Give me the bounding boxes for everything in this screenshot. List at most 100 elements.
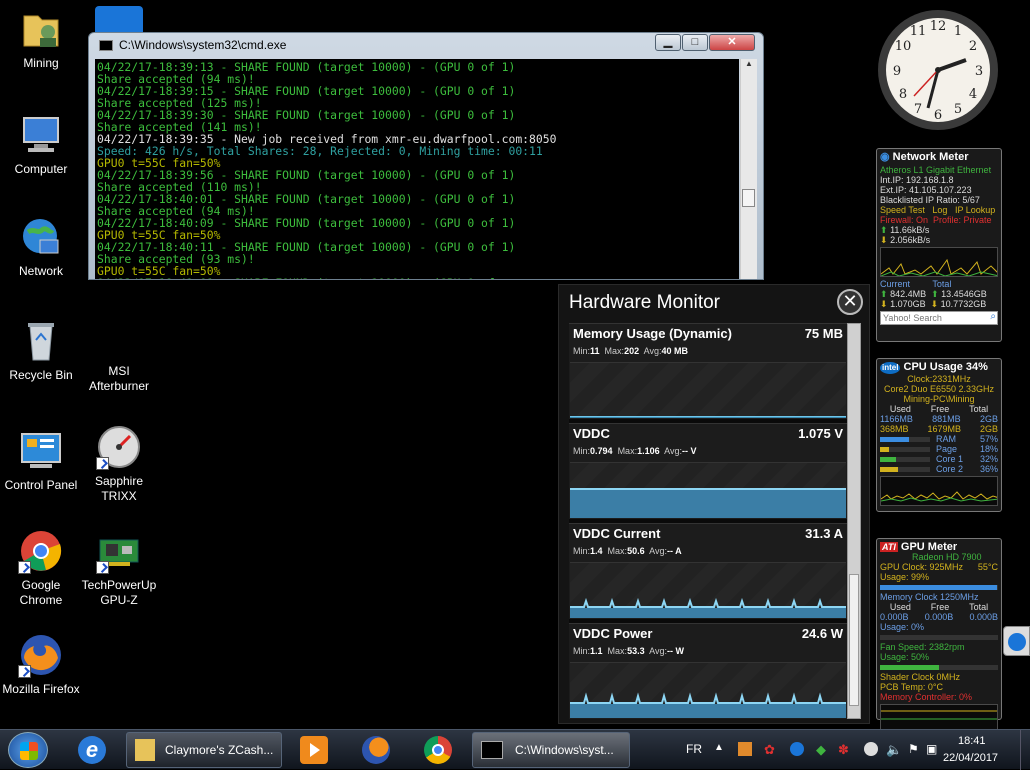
desktop-icon-msi-afterburner[interactable]: MSI Afterburner: [80, 330, 158, 394]
cmd-scrollbar[interactable]: ▲: [740, 59, 757, 279]
svg-text:2: 2: [969, 39, 977, 54]
gpu-meter-gadget[interactable]: ATI GPU Meter Radeon HD 7900 GPU Clock: …: [876, 538, 1002, 730]
internet-explorer-icon[interactable]: e: [78, 736, 106, 764]
upload-rate: 11.66kB/s: [890, 225, 930, 235]
svg-text:8: 8: [899, 87, 907, 102]
chrome-icon: [18, 528, 64, 574]
speed-test-link[interactable]: Speed Test: [880, 205, 925, 215]
gpu-usage: Usage: 99%: [880, 572, 930, 582]
cpu-usage-value: 34%: [965, 361, 988, 373]
clock-time[interactable]: 18:41: [958, 735, 986, 747]
cpu-bar-row: Core 2 36%: [880, 464, 998, 474]
console-output[interactable]: 04/22/17-18:39:13 - SHARE FOUND (target …: [95, 59, 739, 279]
show-desktop-button[interactable]: [1020, 730, 1030, 770]
huawei-icon[interactable]: ✿: [764, 742, 775, 758]
antivirus-icon[interactable]: [864, 742, 878, 756]
desktop-icon-label: Computer: [14, 162, 68, 176]
yahoo-search-input[interactable]: [880, 311, 998, 325]
hwm-scrollbar[interactable]: [847, 323, 861, 719]
desktop-icon-control-panel[interactable]: Control Panel: [2, 428, 80, 493]
usage-bar: [880, 436, 930, 442]
action-center-icon[interactable]: ⚑: [908, 742, 919, 756]
gauge-icon: [96, 424, 142, 470]
taskbar-item-label: Claymore's ZCash...: [165, 743, 274, 757]
clock-date[interactable]: 22/04/2017: [943, 752, 998, 764]
desktop-icon-gpu-z[interactable]: TechPowerUp GPU-Z: [80, 528, 158, 608]
teamviewer-side-tab[interactable]: [1003, 626, 1030, 656]
usage-bar-value: 57%: [979, 434, 998, 444]
language-indicator[interactable]: FR: [686, 742, 702, 756]
desktop-icon-sapphire-trixx[interactable]: Sapphire TRIXX: [80, 424, 158, 504]
scroll-thumb[interactable]: [849, 574, 859, 706]
network-meter-gadget[interactable]: ◉ Network Meter Atheros L1 Gigabit Ether…: [876, 148, 1002, 342]
current-up: 842.4MB: [890, 289, 927, 299]
taskbar: e Claymore's ZCash... C:\Windows\syst...…: [0, 729, 1030, 770]
cpu-meter-gadget[interactable]: intel CPU Usage 34% Clock:2331MHz Core2 …: [876, 358, 1002, 512]
scroll-up-icon[interactable]: ▲: [741, 59, 757, 75]
usage-bar-label: Core 1: [936, 454, 964, 464]
used-header: Used: [889, 602, 911, 612]
fan-usage-bar: [880, 665, 998, 670]
total-down: 10.7732GB: [940, 299, 987, 309]
cpu-bars: RAM 57% Page 18% Core 1 32% Core 2 36%: [880, 434, 998, 474]
sensor-stats: Min:11 Max:202 Avg:40 MB: [573, 346, 688, 356]
current-down: 1.070GB: [890, 299, 926, 309]
down-arrow-icon: ⬇: [880, 235, 888, 245]
computer-icon: [18, 112, 64, 158]
console-icon: [99, 40, 113, 51]
tray-app-icon[interactable]: [738, 742, 752, 756]
ip-lookup-link[interactable]: IP Lookup: [955, 205, 995, 215]
desktop-icon-google-chrome[interactable]: Google Chrome: [2, 528, 80, 608]
tray-expand-icon[interactable]: ▲: [714, 742, 724, 753]
volume-icon[interactable]: 🔈: [886, 742, 902, 758]
usage-bar: [880, 466, 930, 472]
cpu-bar-row: Core 1 32%: [880, 454, 998, 464]
memory-usage: Usage: 0%: [880, 622, 925, 632]
usage-bar: [880, 456, 930, 462]
mem-free: 0.000B: [924, 612, 954, 622]
memory-clock: Memory Clock 1250MHz: [880, 592, 979, 602]
network-tray-icon[interactable]: ◆: [816, 742, 826, 758]
chrome-icon[interactable]: [424, 736, 452, 764]
gpu-card: Radeon HD 7900: [912, 552, 982, 562]
hardware-monitor-gadget[interactable]: Hardware Monitor ✕ Memory Usage (Dynamic…: [558, 284, 870, 724]
cpu-bar-row: RAM 57%: [880, 434, 998, 444]
current-label: Current: [880, 279, 911, 289]
maximize-button[interactable]: □: [682, 34, 708, 51]
clock-gadget[interactable]: 12 1 2 3 4 5 6 7 8 9 10 11: [876, 8, 1000, 132]
svg-text:4: 4: [969, 87, 977, 102]
sensor-graph: [570, 362, 846, 418]
scroll-thumb[interactable]: [742, 189, 755, 207]
ext-ip: Ext.IP: 41.105.107.223: [880, 185, 972, 195]
page-total: 2GB: [979, 424, 998, 434]
search-icon[interactable]: ⌕: [990, 312, 996, 322]
usage-bar-label: Core 2: [936, 464, 964, 474]
cpu-title: CPU Usage: [903, 361, 963, 373]
teamviewer-tray-icon[interactable]: [790, 742, 804, 756]
gpu-usage-bar: [880, 585, 998, 590]
desktop-icon-recycle-bin[interactable]: Recycle Bin: [2, 318, 80, 383]
desktop-icon-mining[interactable]: Mining: [2, 6, 80, 71]
power-icon[interactable]: ▣: [926, 742, 937, 756]
desktop-icon-label: Sapphire TRIXX: [94, 474, 144, 503]
desktop-icon-computer[interactable]: Computer: [2, 112, 80, 177]
close-button[interactable]: ✕: [709, 34, 755, 51]
taskbar-item-claymore[interactable]: Claymore's ZCash...: [126, 732, 282, 768]
cmd-titlebar[interactable]: C:\Windows\system32\cmd.exe ▁ □ ✕: [89, 33, 763, 57]
cmd-window[interactable]: C:\Windows\system32\cmd.exe ▁ □ ✕ 04/22/…: [88, 32, 764, 280]
desktop-icon-firefox[interactable]: Mozilla Firefox: [2, 632, 80, 697]
close-icon[interactable]: ✕: [837, 289, 863, 315]
log-link[interactable]: Log: [932, 205, 947, 215]
desktop-icon-label: TechPowerUp GPU-Z: [81, 578, 157, 607]
taskbar-item-cmd[interactable]: C:\Windows\syst...: [472, 732, 630, 768]
start-button[interactable]: [8, 732, 48, 768]
tray-dots-icon[interactable]: ✽: [838, 742, 849, 758]
minimize-button[interactable]: ▁: [655, 34, 681, 51]
desktop-icon-network[interactable]: Network: [2, 214, 80, 279]
usage-bar-label: Page: [936, 444, 958, 454]
sensor-vddc: VDDC 1.075 V Min:0.794 Max:1.106 Avg:-- …: [569, 423, 847, 519]
media-player-icon[interactable]: [300, 736, 328, 764]
teamviewer-icon: [1008, 633, 1026, 651]
blacklist-ratio: Blacklisted IP Ratio: 5/67: [880, 195, 980, 205]
firefox-icon[interactable]: [362, 736, 390, 764]
